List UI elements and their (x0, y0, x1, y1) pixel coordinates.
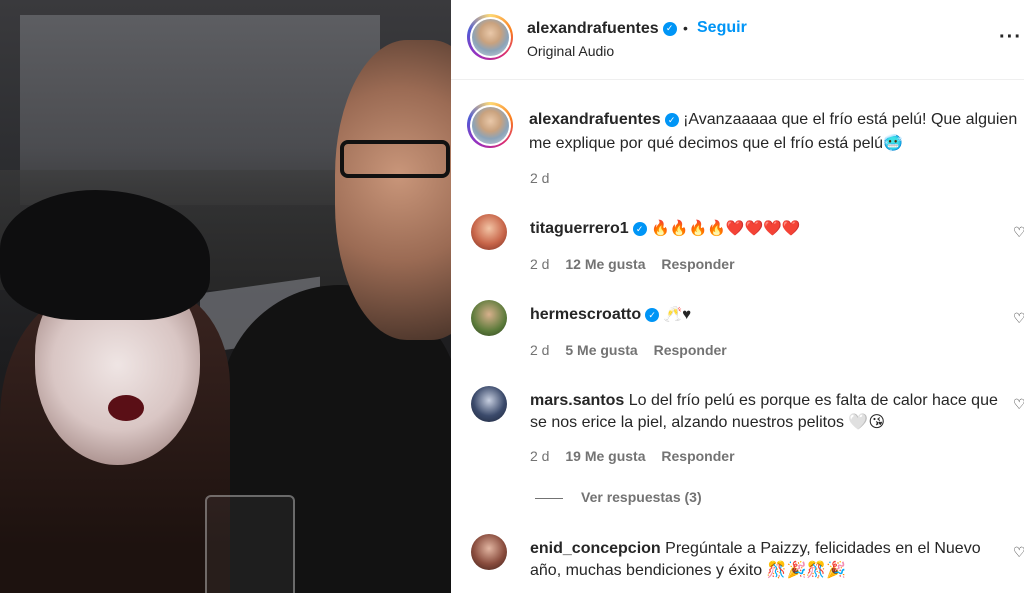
author-avatar[interactable] (467, 14, 513, 60)
woman-lips (108, 395, 144, 421)
verified-badge-icon: ✓ (662, 21, 677, 36)
eyeglasses (340, 140, 450, 178)
commenter-username[interactable]: mars.santos (530, 392, 624, 409)
comment-timestamp[interactable]: 2 d (530, 342, 549, 358)
commenter-avatar[interactable] (471, 386, 507, 422)
commenter-username[interactable]: titaguerrero1 (530, 220, 629, 237)
comment-likes[interactable]: 5 Me gusta (565, 342, 637, 358)
heart-outline-icon[interactable]: ♡ (1013, 310, 1024, 327)
avatar-photo (471, 18, 509, 56)
commenter-username[interactable]: enid_concepcion (530, 540, 661, 557)
comment-likes[interactable]: 12 Me gusta (565, 256, 645, 272)
post-panel: alexandrafuentes ✓ • Seguir Original Audi… (451, 0, 1024, 593)
more-options-icon[interactable]: ··· (999, 26, 1022, 49)
comment-text: titaguerrero1 ✓ 🔥🔥🔥🔥❤️❤️❤️❤️ (530, 218, 1000, 240)
reply-button[interactable]: Responder (654, 342, 727, 358)
caption-author-avatar[interactable] (467, 102, 513, 148)
verified-badge-icon: ✓ (664, 112, 679, 127)
comment-timestamp[interactable]: 2 d (530, 448, 549, 464)
comment-meta: 2 d 5 Me gusta Responder (530, 342, 739, 358)
champagne-glass (205, 495, 295, 593)
audio-label[interactable]: Original Audio (527, 43, 614, 59)
caption-timestamp[interactable]: 2 d (530, 170, 549, 186)
reply-button[interactable]: Responder (661, 448, 734, 464)
follow-button[interactable]: Seguir (697, 19, 747, 37)
comment-text: hermescroatto ✓ 🥂♥ (530, 304, 1000, 326)
heart-outline-icon[interactable]: ♡ (1013, 224, 1024, 241)
replies-divider-line (535, 497, 563, 499)
avatar-photo (471, 106, 509, 144)
comment-text: enid_concepcion Pregúntale a Paizzy, fel… (530, 538, 1000, 582)
commenter-avatar[interactable] (471, 300, 507, 336)
verified-badge-icon: ✓ (645, 307, 660, 322)
caption-username[interactable]: alexandrafuentes (529, 111, 661, 128)
comment-body: 🔥🔥🔥🔥❤️❤️❤️❤️ (651, 220, 801, 237)
heart-outline-icon[interactable]: ♡ (1013, 396, 1024, 413)
comment-meta: 2 d 19 Me gusta Responder (530, 448, 747, 464)
verified-badge-icon: ✓ (632, 221, 647, 236)
comment-meta: 2 d 12 Me gusta Responder (530, 256, 747, 272)
post-media[interactable] (0, 0, 451, 593)
comment-text: mars.santos Lo del frío pelú es porque e… (530, 390, 1000, 434)
commenter-avatar[interactable] (471, 214, 507, 250)
caption-text: alexandrafuentes ✓ ¡Avanzaaaaa que el frí… (529, 108, 1024, 156)
comment-likes[interactable]: 19 Me gusta (565, 448, 645, 464)
comment-body: 🥂♥ (663, 306, 692, 323)
commenter-username[interactable]: hermescroatto (530, 306, 641, 323)
view-replies-button[interactable]: Ver respuestas (3) (535, 489, 702, 505)
post-header: alexandrafuentes ✓ • Seguir Original Audi… (451, 0, 1024, 80)
commenter-avatar[interactable] (471, 534, 507, 570)
heart-outline-icon[interactable]: ♡ (1013, 544, 1024, 561)
reply-button[interactable]: Responder (661, 256, 734, 272)
author-username[interactable]: alexandrafuentes ✓ (527, 20, 677, 38)
separator-dot: • (683, 20, 688, 36)
comment-timestamp[interactable]: 2 d (530, 256, 549, 272)
man-head (335, 40, 451, 340)
